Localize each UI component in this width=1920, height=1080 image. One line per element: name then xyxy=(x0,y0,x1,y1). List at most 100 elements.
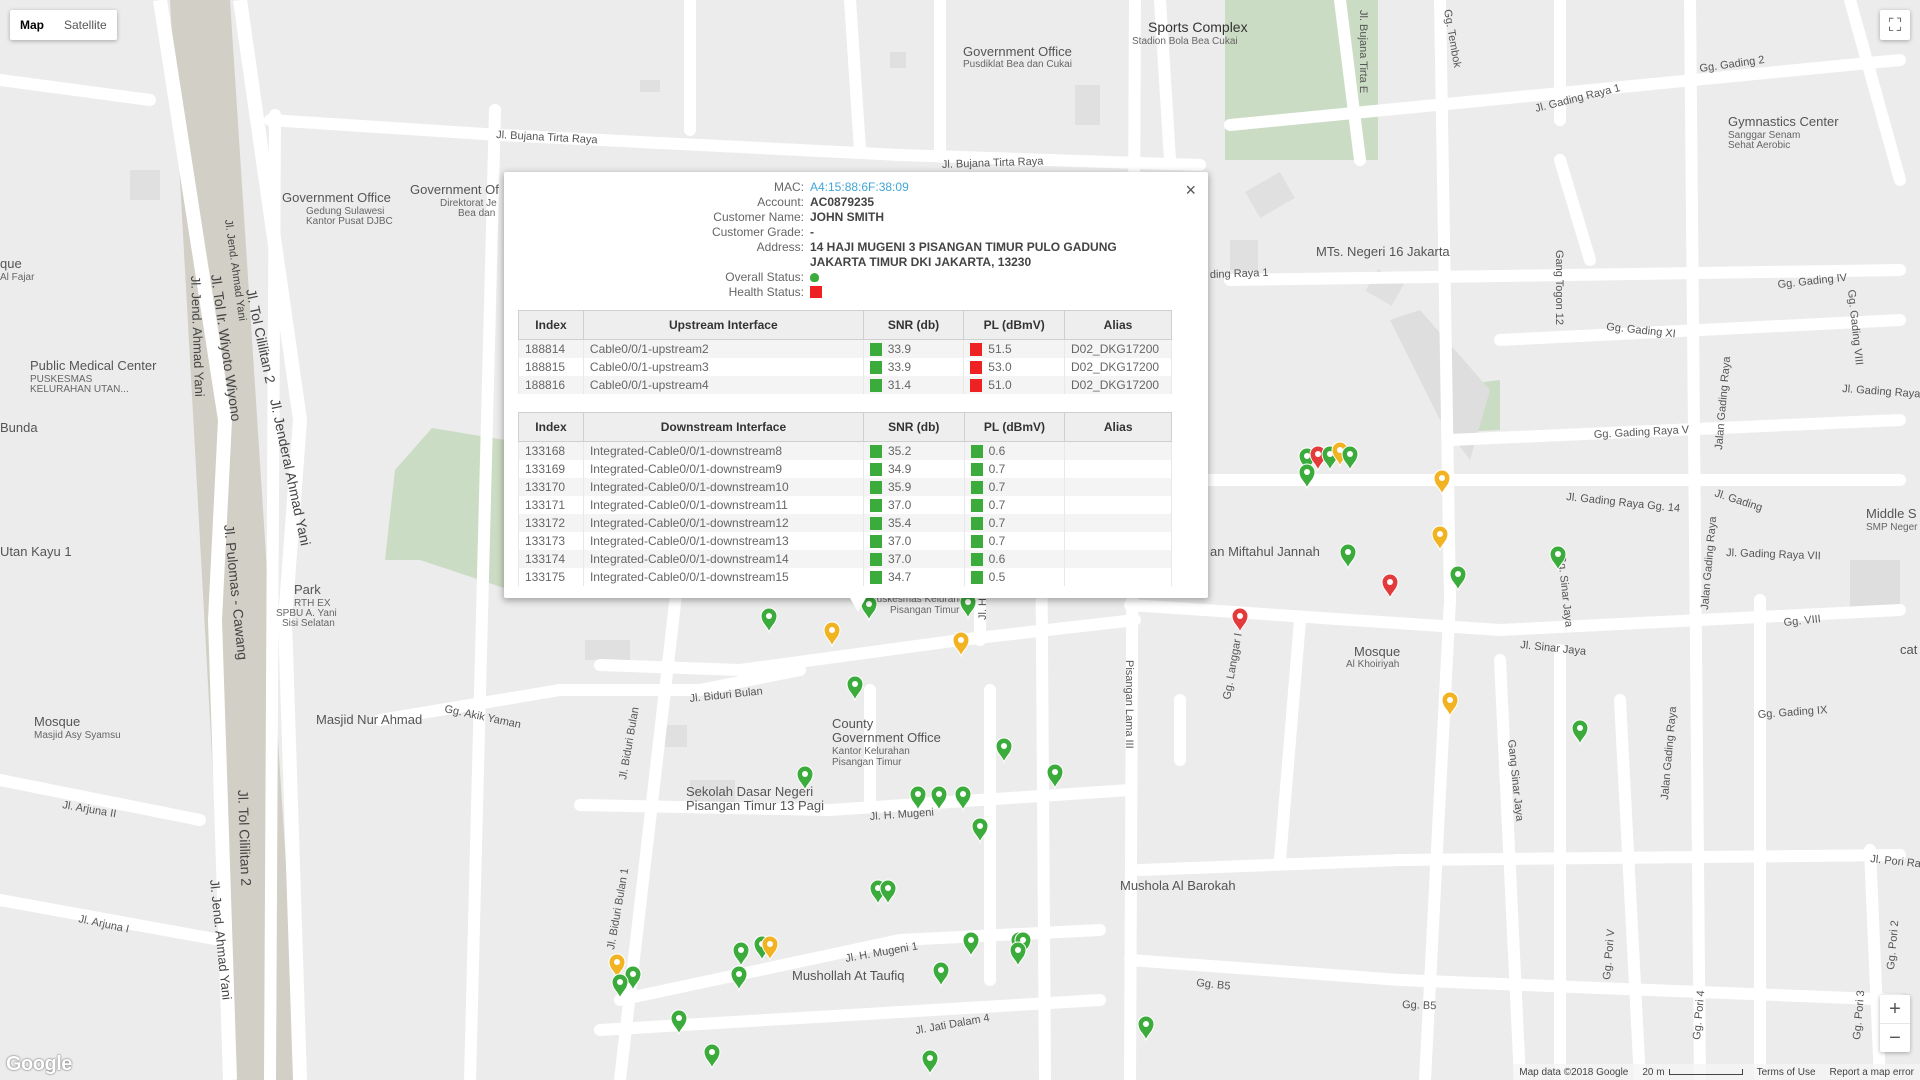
customer-name-label: Customer Name: xyxy=(713,210,804,224)
downstream-alias-cell xyxy=(1064,550,1172,568)
map-footer: Map data ©2018 Google 20 m Terms of Use … xyxy=(1513,1064,1920,1080)
svg-text:SMP Neger: SMP Neger xyxy=(1866,522,1918,533)
marker-dot xyxy=(767,941,773,947)
marker-dot xyxy=(1347,451,1353,457)
svg-text:Utan Kayu 1: Utan Kayu 1 xyxy=(0,544,72,559)
downstream-snr-value: 35.2 xyxy=(887,443,912,458)
upstream-index-cell: 188814 xyxy=(518,339,584,358)
zoom-control: + − xyxy=(1880,995,1910,1052)
snr-status-indicator xyxy=(869,481,882,495)
downstream-pl-value: 0.6 xyxy=(988,551,1006,566)
fullscreen-icon: ⛶ xyxy=(1888,14,1902,35)
marker-dot xyxy=(1015,947,1021,953)
downstream-header-alias: Alias xyxy=(1064,412,1172,442)
pl-status-indicator xyxy=(970,343,983,357)
downstream-header-index: Index xyxy=(518,412,584,442)
pl-status-indicator xyxy=(970,571,983,585)
downstream-header-snr: SNR (db) xyxy=(862,412,965,442)
info-row-overall-status: Overall Status: xyxy=(504,270,1208,285)
downstream-index-cell: 133174 xyxy=(518,550,584,568)
upstream-alias-cell: D02_DKG17200 xyxy=(1064,339,1172,358)
svg-text:Sekolah Dasar Negeri: Sekolah Dasar Negeri xyxy=(686,784,813,799)
svg-text:Kantor Kelurahan: Kantor Kelurahan xyxy=(832,746,910,757)
downstream-index-cell: 133169 xyxy=(518,460,584,478)
downstream-snr-value: 37.0 xyxy=(887,497,912,512)
downstream-snr-cell: 35.4 xyxy=(862,514,965,532)
marker-dot xyxy=(766,613,772,619)
downstream-pl-cell: 0.7 xyxy=(963,532,1066,550)
info-row-address-2: JAKARTA TIMUR DKI JAKARTA, 13230 xyxy=(504,255,1208,270)
downstream-pl-value: 0.7 xyxy=(988,497,1006,512)
marker-dot xyxy=(852,681,858,687)
downstream-snr-value: 34.9 xyxy=(887,461,912,476)
downstream-header-interface: Downstream Interface xyxy=(582,412,864,442)
upstream-header-snr: SNR (db) xyxy=(862,310,965,340)
map-type-map-button[interactable]: Map xyxy=(10,10,54,40)
marker-dot xyxy=(1555,551,1561,557)
terms-link[interactable]: Terms of Use xyxy=(1757,1067,1816,1078)
scale-bar[interactable]: 20 m xyxy=(1642,1067,1743,1078)
svg-text:Jl. H.: Jl. H. xyxy=(977,595,989,620)
snr-status-indicator xyxy=(869,535,882,549)
svg-text:Pisangan Timur: Pisangan Timur xyxy=(890,605,960,616)
zoom-in-button[interactable]: + xyxy=(1880,995,1910,1024)
upstream-row: 188814 Cable0/0/1-upstream2 33.9 51.5 D02_DK… xyxy=(518,339,1172,358)
downstream-interface-cell: Integrated-Cable0/0/1-downstream14 xyxy=(582,550,864,568)
overall-status-bulb-icon xyxy=(810,273,819,282)
marker-dot xyxy=(1439,475,1445,481)
map-type-satellite-button[interactable]: Satellite xyxy=(54,10,117,40)
svg-text:Jl. Tol Cililitan 2: Jl. Tol Cililitan 2 xyxy=(235,790,254,887)
account-value: AC0879235 xyxy=(810,195,875,209)
snr-status-indicator xyxy=(869,445,882,459)
customer-name-value: JOHN SMITH xyxy=(810,210,885,224)
upstream-header-index: Index xyxy=(518,310,584,340)
downstream-row: 133168 Integrated-Cable0/0/1-downstream8 3… xyxy=(518,441,1172,460)
health-status-indicator-icon xyxy=(810,286,822,298)
pl-status-indicator xyxy=(970,553,983,567)
svg-text:Masjid Asy Syamsu: Masjid Asy Syamsu xyxy=(34,730,121,741)
upstream-pl-value: 51.0 xyxy=(988,377,1012,392)
downstream-index-cell: 133172 xyxy=(518,514,584,532)
svg-text:Pusdiklat Bea dan Cukai: Pusdiklat Bea dan Cukai xyxy=(963,59,1072,70)
downstream-alias-cell xyxy=(1064,568,1172,586)
pl-status-indicator xyxy=(970,481,983,495)
upstream-snr-value: 33.9 xyxy=(887,359,912,374)
downstream-pl-value: 0.7 xyxy=(988,533,1006,548)
svg-text:Mosque: Mosque xyxy=(1354,644,1400,659)
marker-dot xyxy=(617,979,623,985)
downstream-snr-value: 34.7 xyxy=(887,569,912,584)
downstream-index-cell: 133170 xyxy=(518,478,584,496)
marker-dot xyxy=(1437,531,1443,537)
upstream-header-pl: PL (dBmV) xyxy=(963,310,1065,340)
marker-dot xyxy=(1237,613,1243,619)
snr-status-indicator xyxy=(869,361,882,375)
downstream-snr-cell: 37.0 xyxy=(862,550,965,568)
svg-text:Government Office: Government Office xyxy=(282,190,391,205)
health-status-label: Health Status: xyxy=(728,285,804,299)
downstream-interface-cell: Integrated-Cable0/0/1-downstream10 xyxy=(582,478,864,496)
downstream-pl-cell: 0.7 xyxy=(963,478,1066,496)
downstream-index-cell: 133175 xyxy=(518,568,584,586)
upstream-interface-cell: Cable0/0/1-upstream3 xyxy=(582,358,864,376)
fullscreen-button[interactable]: ⛶ xyxy=(1880,10,1910,40)
report-error-link[interactable]: Report a map error xyxy=(1830,1067,1914,1078)
marker-dot xyxy=(1455,571,1461,577)
marker-dot xyxy=(676,1015,682,1021)
upstream-header-interface: Upstream Interface xyxy=(582,310,864,340)
mac-link[interactable]: A4:15:88:6F:38:09 xyxy=(810,180,909,195)
downstream-snr-value: 35.9 xyxy=(887,479,912,494)
marker-dot xyxy=(829,627,835,633)
info-row-customer-name: Customer Name: JOHN SMITH xyxy=(504,210,1208,225)
upstream-snr-cell: 33.9 xyxy=(862,358,965,376)
zoom-out-button[interactable]: − xyxy=(1880,1024,1910,1052)
svg-text:Pisangan Lama III: Pisangan Lama III xyxy=(1123,660,1135,749)
downstream-alias-cell xyxy=(1064,478,1172,496)
upstream-pl-value: 53.0 xyxy=(988,359,1012,374)
svg-text:Government Office: Government Office xyxy=(832,730,941,745)
snr-status-indicator xyxy=(869,463,882,477)
scale-bar-line xyxy=(1668,1069,1743,1075)
downstream-index-cell: 133168 xyxy=(518,441,584,460)
downstream-snr-cell: 37.0 xyxy=(862,532,965,550)
downstream-pl-cell: 0.7 xyxy=(963,460,1066,478)
pl-status-indicator xyxy=(970,535,983,549)
